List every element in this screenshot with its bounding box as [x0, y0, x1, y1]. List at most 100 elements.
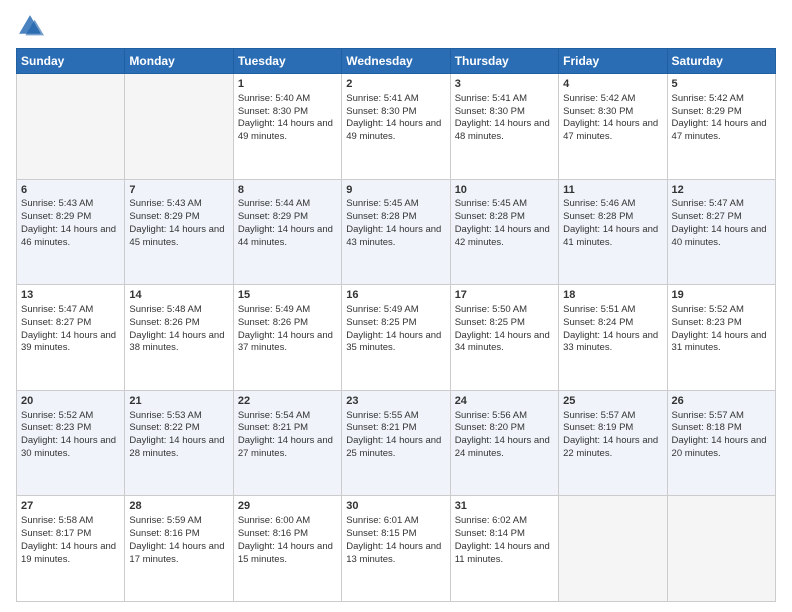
calendar-cell: 31Sunrise: 6:02 AMSunset: 8:14 PMDayligh… [450, 496, 558, 602]
day-number: 22 [238, 394, 337, 409]
sunrise-text: Sunrise: 5:44 AM [238, 198, 310, 209]
sunset-text: Sunset: 8:27 PM [21, 317, 91, 328]
day-number: 21 [129, 394, 228, 409]
calendar-week-row: 27Sunrise: 5:58 AMSunset: 8:17 PMDayligh… [17, 496, 776, 602]
day-number: 11 [563, 183, 662, 198]
calendar-cell: 27Sunrise: 5:58 AMSunset: 8:17 PMDayligh… [17, 496, 125, 602]
day-number: 6 [21, 183, 120, 198]
daylight-text: Daylight: 14 hours and 15 minutes. [238, 541, 333, 565]
calendar-cell: 20Sunrise: 5:52 AMSunset: 8:23 PMDayligh… [17, 390, 125, 496]
day-header-friday: Friday [559, 49, 667, 74]
calendar-cell: 13Sunrise: 5:47 AMSunset: 8:27 PMDayligh… [17, 285, 125, 391]
calendar-cell [559, 496, 667, 602]
calendar-cell: 15Sunrise: 5:49 AMSunset: 8:26 PMDayligh… [233, 285, 341, 391]
sunrise-text: Sunrise: 5:42 AM [563, 93, 635, 104]
sunrise-text: Sunrise: 5:52 AM [672, 304, 744, 315]
day-number: 24 [455, 394, 554, 409]
day-number: 9 [346, 183, 445, 198]
daylight-text: Daylight: 14 hours and 42 minutes. [455, 224, 550, 248]
sunset-text: Sunset: 8:15 PM [346, 528, 416, 539]
daylight-text: Daylight: 14 hours and 13 minutes. [346, 541, 441, 565]
sunrise-text: Sunrise: 5:59 AM [129, 515, 201, 526]
sunrise-text: Sunrise: 5:57 AM [672, 410, 744, 421]
calendar-cell: 8Sunrise: 5:44 AMSunset: 8:29 PMDaylight… [233, 179, 341, 285]
calendar-cell: 28Sunrise: 5:59 AMSunset: 8:16 PMDayligh… [125, 496, 233, 602]
day-number: 26 [672, 394, 771, 409]
sunrise-text: Sunrise: 6:01 AM [346, 515, 418, 526]
daylight-text: Daylight: 14 hours and 19 minutes. [21, 541, 116, 565]
daylight-text: Daylight: 14 hours and 11 minutes. [455, 541, 550, 565]
daylight-text: Daylight: 14 hours and 33 minutes. [563, 330, 658, 354]
daylight-text: Daylight: 14 hours and 41 minutes. [563, 224, 658, 248]
daylight-text: Daylight: 14 hours and 30 minutes. [21, 435, 116, 459]
day-number: 10 [455, 183, 554, 198]
calendar-cell [667, 496, 775, 602]
calendar-cell: 10Sunrise: 5:45 AM Sunset: 8:28 PM Dayligh… [450, 179, 558, 285]
sunset-text: Sunset: 8:24 PM [563, 317, 633, 328]
sunrise-text: Sunrise: 5:43 AM [129, 198, 201, 209]
daylight-text: Daylight: 14 hours and 20 minutes. [672, 435, 767, 459]
calendar-cell: 11Sunrise: 5:46 AM Sunset: 8:28 PM Dayligh… [559, 179, 667, 285]
day-number: 16 [346, 288, 445, 303]
day-number: 5 [672, 77, 771, 92]
day-number: 23 [346, 394, 445, 409]
daylight-text: Daylight: 14 hours and 38 minutes. [129, 330, 224, 354]
calendar-cell: 25Sunrise: 5:57 AMSunset: 8:19 PMDayligh… [559, 390, 667, 496]
calendar-cell: 6Sunrise: 5:43 AMSunset: 8:29 PMDaylight… [17, 179, 125, 285]
day-number: 20 [21, 394, 120, 409]
sunset-text: Sunset: 8:29 PM [21, 211, 91, 222]
sunrise-text: Sunrise: 5:46 AM [563, 198, 635, 209]
sunset-text: Sunset: 8:28 PM [346, 211, 416, 222]
day-number: 2 [346, 77, 445, 92]
daylight-text: Daylight: 14 hours and 45 minutes. [129, 224, 224, 248]
calendar-cell: 5Sunrise: 5:42 AMSunset: 8:29 PMDaylight… [667, 74, 775, 180]
daylight-text: Daylight: 14 hours and 40 minutes. [672, 224, 767, 248]
day-header-saturday: Saturday [667, 49, 775, 74]
calendar-week-row: 1Sunrise: 5:40 AMSunset: 8:30 PMDaylight… [17, 74, 776, 180]
calendar-cell: 21Sunrise: 5:53 AMSunset: 8:22 PMDayligh… [125, 390, 233, 496]
sunrise-text: Sunrise: 5:58 AM [21, 515, 93, 526]
calendar-cell: 18Sunrise: 5:51 AMSunset: 8:24 PMDayligh… [559, 285, 667, 391]
calendar-cell: 2Sunrise: 5:41 AMSunset: 8:30 PMDaylight… [342, 74, 450, 180]
calendar-cell: 17Sunrise: 5:50 AMSunset: 8:25 PMDayligh… [450, 285, 558, 391]
day-number: 17 [455, 288, 554, 303]
sunset-text: Sunset: 8:30 PM [346, 106, 416, 117]
daylight-text: Daylight: 14 hours and 24 minutes. [455, 435, 550, 459]
sunset-text: Sunset: 8:16 PM [238, 528, 308, 539]
sunset-text: Sunset: 8:28 PM [455, 211, 525, 222]
sunrise-text: Sunrise: 5:49 AM [238, 304, 310, 315]
sunset-text: Sunset: 8:30 PM [563, 106, 633, 117]
daylight-text: Daylight: 14 hours and 47 minutes. [563, 118, 658, 142]
calendar-cell: 22Sunrise: 5:54 AMSunset: 8:21 PMDayligh… [233, 390, 341, 496]
sunset-text: Sunset: 8:27 PM [672, 211, 742, 222]
sunset-text: Sunset: 8:28 PM [563, 211, 633, 222]
day-number: 7 [129, 183, 228, 198]
sunrise-text: Sunrise: 6:02 AM [455, 515, 527, 526]
sunset-text: Sunset: 8:14 PM [455, 528, 525, 539]
day-header-thursday: Thursday [450, 49, 558, 74]
calendar-cell [17, 74, 125, 180]
sunrise-text: Sunrise: 5:45 AM [455, 198, 527, 209]
daylight-text: Daylight: 14 hours and 28 minutes. [129, 435, 224, 459]
sunrise-text: Sunrise: 5:54 AM [238, 410, 310, 421]
daylight-text: Daylight: 14 hours and 43 minutes. [346, 224, 441, 248]
sunset-text: Sunset: 8:29 PM [238, 211, 308, 222]
daylight-text: Daylight: 14 hours and 27 minutes. [238, 435, 333, 459]
sunset-text: Sunset: 8:29 PM [129, 211, 199, 222]
sunrise-text: Sunrise: 5:57 AM [563, 410, 635, 421]
sunrise-text: Sunrise: 5:41 AM [346, 93, 418, 104]
calendar-cell: 30Sunrise: 6:01 AMSunset: 8:15 PMDayligh… [342, 496, 450, 602]
calendar-cell: 19Sunrise: 5:52 AMSunset: 8:23 PMDayligh… [667, 285, 775, 391]
logo [16, 12, 48, 40]
day-number: 12 [672, 183, 771, 198]
calendar-cell: 12Sunrise: 5:47 AMSunset: 8:27 PMDayligh… [667, 179, 775, 285]
sunrise-text: Sunrise: 5:56 AM [455, 410, 527, 421]
sunrise-text: Sunrise: 5:41 AM [455, 93, 527, 104]
day-number: 14 [129, 288, 228, 303]
day-header-sunday: Sunday [17, 49, 125, 74]
daylight-text: Daylight: 14 hours and 17 minutes. [129, 541, 224, 565]
calendar-cell: 9Sunrise: 5:45 AMSunset: 8:28 PMDaylight… [342, 179, 450, 285]
calendar-cell: 1Sunrise: 5:40 AMSunset: 8:30 PMDaylight… [233, 74, 341, 180]
header [16, 12, 776, 40]
sunset-text: Sunset: 8:23 PM [21, 422, 91, 433]
